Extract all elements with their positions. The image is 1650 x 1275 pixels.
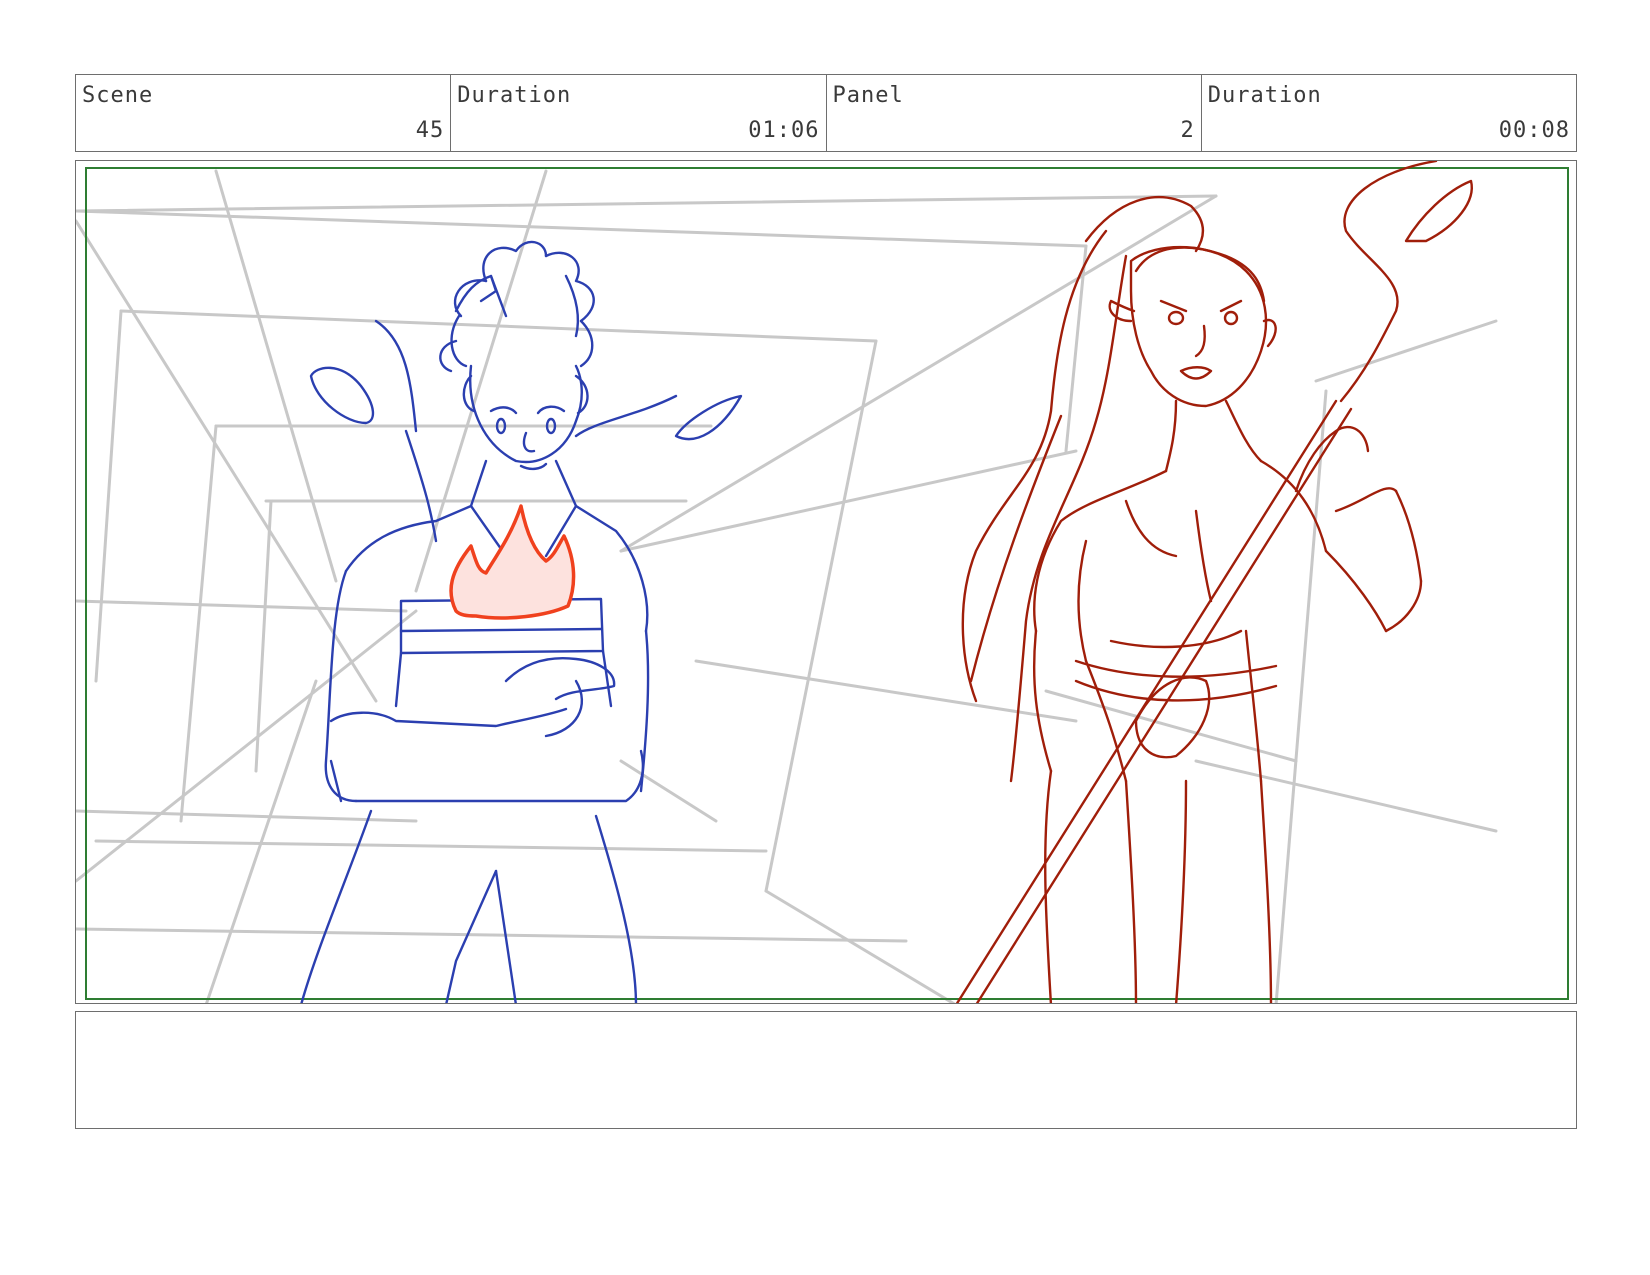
scene-duration-label: Duration bbox=[457, 83, 572, 108]
background-web-lines bbox=[76, 169, 1498, 1003]
panel-duration-label: Duration bbox=[1207, 83, 1322, 108]
scene-value[interactable]: 45 bbox=[416, 118, 445, 143]
panel-label: Panel bbox=[832, 83, 904, 108]
panel-cell: Panel 2 bbox=[827, 75, 1202, 151]
panel-duration-cell: Duration 00:08 bbox=[1202, 75, 1576, 151]
scene-duration-value[interactable]: 01:06 bbox=[748, 118, 819, 143]
panel-drawing bbox=[76, 161, 1569, 1003]
panel-notes[interactable] bbox=[75, 1011, 1577, 1129]
right-character bbox=[955, 161, 1473, 1003]
panel-header: Scene 45 Duration 01:06 Panel 2 Duration… bbox=[75, 74, 1577, 152]
scene-label: Scene bbox=[82, 83, 154, 108]
panel-value[interactable]: 2 bbox=[1181, 118, 1195, 143]
scene-duration-cell: Duration 01:06 bbox=[451, 75, 827, 151]
storyboard-frame[interactable] bbox=[75, 160, 1577, 1004]
left-character bbox=[300, 240, 743, 1003]
panel-duration-value[interactable]: 00:08 bbox=[1499, 118, 1570, 143]
scene-cell: Scene 45 bbox=[76, 75, 452, 151]
fire-effect bbox=[449, 504, 576, 620]
